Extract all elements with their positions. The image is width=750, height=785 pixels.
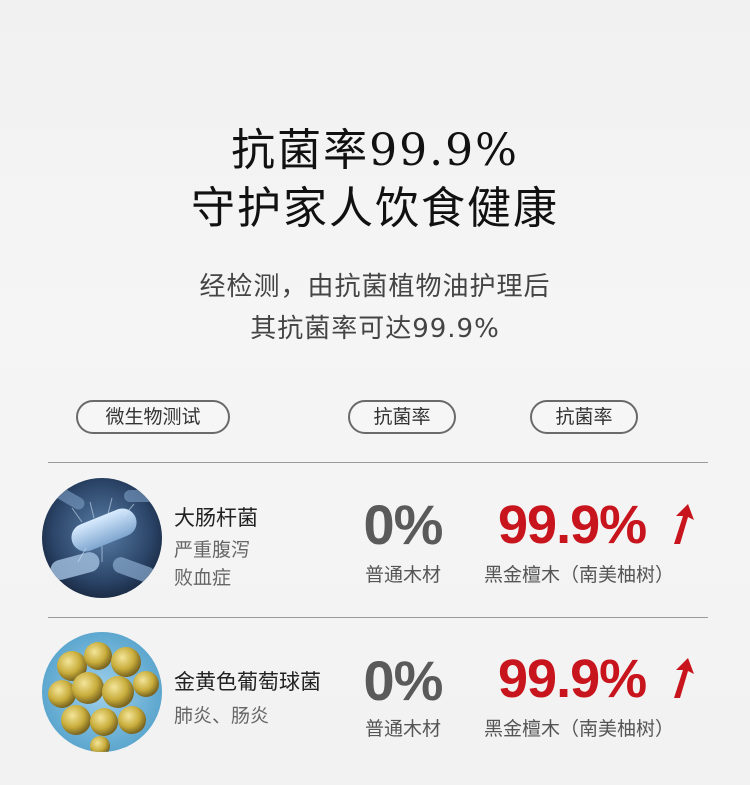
column-header-rate-treated: 抗菌率 (530, 400, 638, 434)
column-header-rate-plain: 抗菌率 (348, 400, 456, 434)
staphylococcus-image (42, 632, 162, 752)
up-arrow-icon (670, 658, 696, 700)
plain-wood-label: 普通木材 (364, 718, 441, 740)
up-arrow-icon (670, 504, 696, 546)
column-header-test: 微生物测试 (76, 400, 230, 434)
plain-wood-rate: 0% (363, 649, 444, 712)
bacteria-name: 金黄色葡萄球菌 (174, 670, 321, 694)
subtitle-line-2: 其抗菌率可达99.9% (250, 314, 500, 344)
bacteria-desc-line-1: 肺炎、肠炎 (174, 705, 270, 727)
e-coli-image (42, 478, 162, 598)
divider (48, 462, 708, 463)
plain-wood-rate: 0% (363, 493, 444, 556)
treated-wood-label: 黑金檀木（南美柚树） (484, 718, 675, 740)
plain-wood-label: 普通木材 (364, 564, 441, 586)
treated-wood-rate: 99.9% (498, 495, 647, 555)
treated-wood-label: 黑金檀木（南美柚树） (484, 564, 675, 586)
divider (48, 617, 708, 618)
subtitle-line-1: 经检测，由抗菌植物油护理后 (199, 272, 551, 302)
treated-wood-rate: 99.9% (498, 649, 647, 709)
title-line-1: 抗菌率99.9% (231, 125, 519, 176)
title-line-2: 守护家人饮食健康 (191, 183, 559, 234)
bacteria-desc-line-2: 败血症 (174, 567, 232, 589)
bacteria-name: 大肠杆菌 (174, 506, 258, 530)
bacteria-desc-line-1: 严重腹泻 (174, 539, 251, 561)
